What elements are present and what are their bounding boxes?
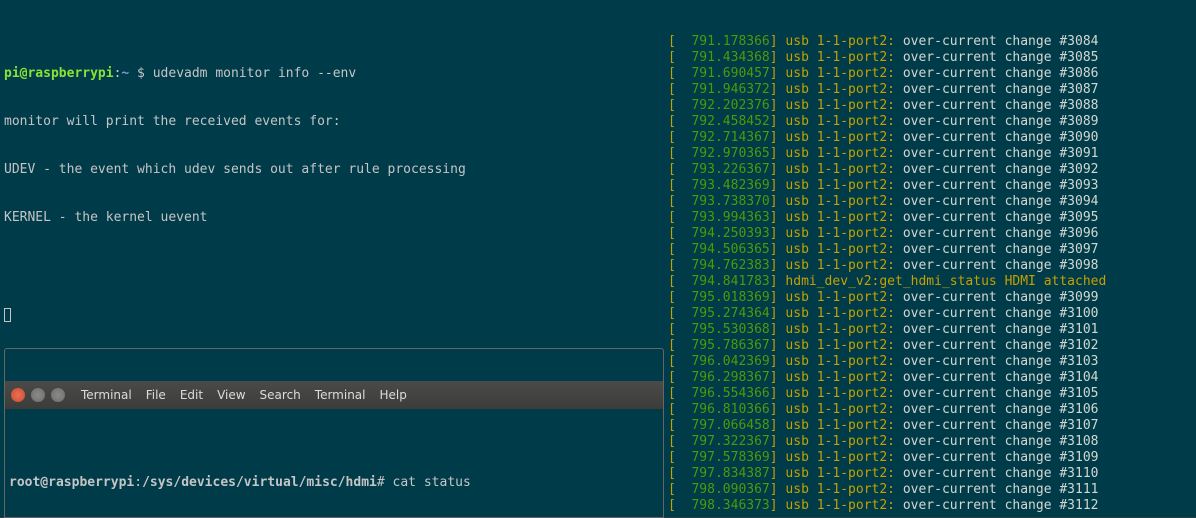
log-line: [ 795.018369] usb 1-1-port2: over-curren… (668, 290, 1192, 306)
terminal-top-left-body[interactable]: pi@raspberrypi:~ $ udevadm monitor info … (0, 32, 664, 356)
menu-item-view[interactable]: View (217, 387, 245, 403)
log-line: [ 795.530368] usb 1-1-port2: over-curren… (668, 322, 1192, 338)
terminal-right[interactable]: [ 791.178366] usb 1-1-port2: over-curren… (664, 0, 1196, 517)
terminal-bottom-window[interactable]: Terminal File Edit View Search Terminal Help r… (4, 348, 664, 518)
log-line: [ 798.346373] usb 1-1-port2: over-curren… (668, 498, 1192, 514)
titlebar[interactable]: Terminal File Edit View Search Terminal Help (5, 381, 663, 409)
command-text: udevadm monitor info --env (153, 66, 357, 81)
log-line: [ 797.834387] usb 1-1-port2: over-curren… (668, 466, 1192, 482)
log-line: [ 792.202376] usb 1-1-port2: over-curren… (668, 98, 1192, 114)
log-line: [ 793.482369] usb 1-1-port2: over-curren… (668, 178, 1192, 194)
minimize-icon[interactable] (31, 388, 45, 402)
log-line: [ 794.250393] usb 1-1-port2: over-curren… (668, 226, 1192, 242)
log-line: [ 795.274364] usb 1-1-port2: over-curren… (668, 306, 1192, 322)
cursor-icon (4, 308, 11, 322)
prompt-sep: : (134, 475, 142, 490)
terminal-bottom-body[interactable]: root@raspberrypi:/sys/devices/virtual/mi… (5, 441, 663, 518)
prompt-line: pi@raspberrypi:~ $ udevadm monitor info … (4, 66, 660, 82)
prompt-line: root@raspberrypi:/sys/devices/virtual/mi… (9, 475, 659, 491)
log-line: [ 791.178366] usb 1-1-port2: over-curren… (668, 34, 1192, 50)
command-text: cat status (393, 475, 471, 490)
output-line: KERNEL - the kernel uevent (4, 210, 660, 226)
log-line: [ 791.434368] usb 1-1-port2: over-curren… (668, 50, 1192, 66)
output-line: monitor will print the received events f… (4, 114, 660, 130)
log-line: [ 796.298367] usb 1-1-port2: over-curren… (668, 370, 1192, 386)
log-line: [ 796.810366] usb 1-1-port2: over-curren… (668, 402, 1192, 418)
log-line: [ 792.458452] usb 1-1-port2: over-curren… (668, 114, 1192, 130)
log-line: [ 797.066458] usb 1-1-port2: over-curren… (668, 418, 1192, 434)
output-line: UDEV - the event which udev sends out af… (4, 162, 660, 178)
log-line: [ 796.554366] usb 1-1-port2: over-curren… (668, 386, 1192, 402)
log-line: [ 795.786367] usb 1-1-port2: over-curren… (668, 338, 1192, 354)
log-line: [ 794.762383] usb 1-1-port2: over-curren… (668, 258, 1192, 274)
log-line: [ 794.506365] usb 1-1-port2: over-curren… (668, 242, 1192, 258)
maximize-icon[interactable] (51, 388, 65, 402)
log-line: [ 793.738370] usb 1-1-port2: over-curren… (668, 194, 1192, 210)
log-line: [ 792.714367] usb 1-1-port2: over-curren… (668, 130, 1192, 146)
close-icon[interactable] (11, 388, 25, 402)
menu-item-edit[interactable]: Edit (180, 387, 203, 403)
menubar[interactable]: Terminal File Edit View Search Terminal Help (81, 387, 407, 403)
menu-item-terminal[interactable]: Terminal (315, 387, 366, 403)
menu-item-help[interactable]: Help (380, 387, 407, 403)
prompt-user: root@raspberrypi (9, 475, 134, 490)
log-line: [ 793.994363] usb 1-1-port2: over-curren… (668, 210, 1192, 226)
prompt-user: pi@raspberrypi (4, 66, 114, 81)
cursor-line (4, 306, 660, 322)
log-line: [ 797.322367] usb 1-1-port2: over-curren… (668, 434, 1192, 450)
terminal-right-body[interactable]: [ 791.178366] usb 1-1-port2: over-curren… (664, 32, 1196, 516)
menu-item-search[interactable]: Search (260, 387, 301, 403)
menu-item-file[interactable]: File (146, 387, 166, 403)
blank-line (4, 258, 660, 274)
menu-item-terminal[interactable]: Terminal (81, 387, 132, 403)
prompt-dollar: $ (129, 66, 152, 81)
log-line: [ 791.690457] usb 1-1-port2: over-curren… (668, 66, 1192, 82)
log-line: [ 796.042369] usb 1-1-port2: over-curren… (668, 354, 1192, 370)
log-line: [ 791.946372] usb 1-1-port2: over-curren… (668, 82, 1192, 98)
log-line: [ 793.226367] usb 1-1-port2: over-curren… (668, 162, 1192, 178)
prompt-path: /sys/devices/virtual/misc/hdmi (142, 475, 377, 490)
prompt-hash: # (377, 475, 393, 490)
log-line: [ 794.841783] hdmi_dev_v2:get_hdmi_statu… (668, 274, 1192, 290)
log-line: [ 797.578369] usb 1-1-port2: over-curren… (668, 450, 1192, 466)
log-line: [ 792.970365] usb 1-1-port2: over-curren… (668, 146, 1192, 162)
log-line: [ 798.090367] usb 1-1-port2: over-curren… (668, 482, 1192, 498)
